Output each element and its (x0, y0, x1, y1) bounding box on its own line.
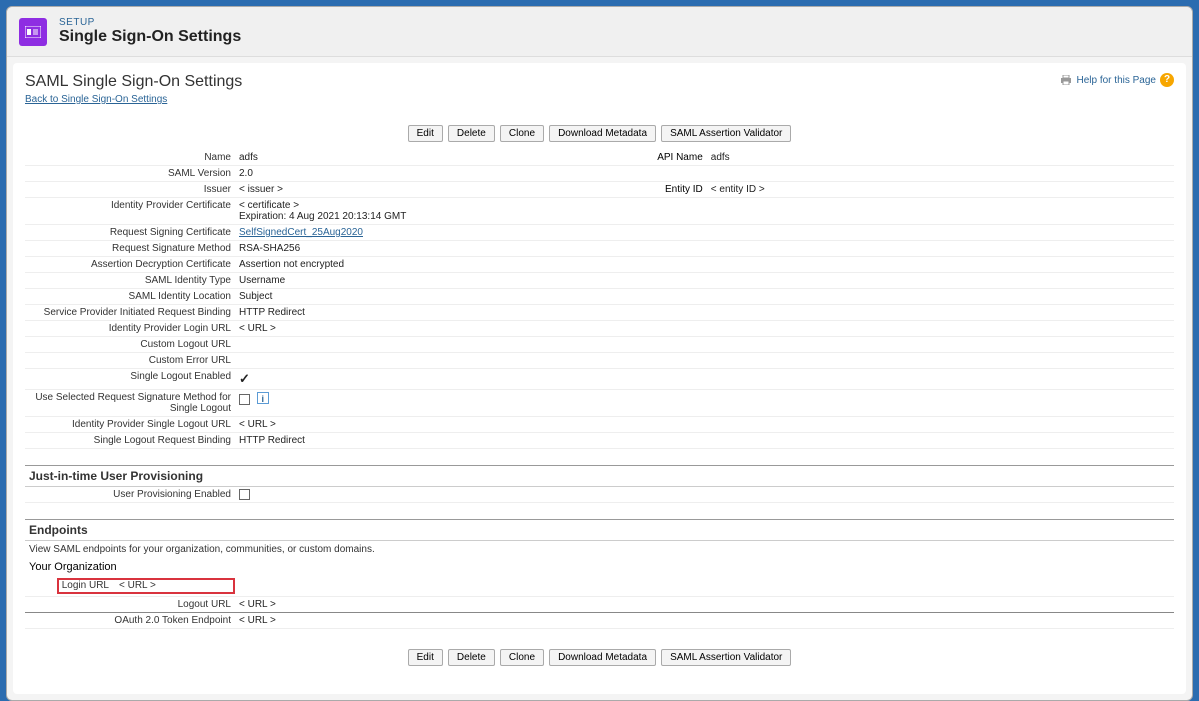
jit-checkbox-icon (239, 489, 250, 500)
saml-version-label: SAML Version (25, 166, 235, 182)
page-title: Single Sign-On Settings (59, 28, 241, 46)
slo-binding-label: Single Logout Request Binding (25, 433, 235, 449)
clone-button-bottom[interactable]: Clone (500, 649, 544, 666)
page-heading: SAML Single Sign-On Settings (25, 73, 1174, 91)
idp-login-url-value: < URL > (235, 321, 1174, 337)
saml-id-type-label: SAML Identity Type (25, 273, 235, 289)
idp-cert-label: Identity Provider Certificate (25, 198, 235, 225)
help-question-icon[interactable]: ? (1160, 73, 1174, 87)
login-url-value: < URL > (119, 580, 229, 591)
oauth-endpoint-value: < URL > (235, 613, 1174, 629)
entity-id-label: Entity ID (627, 182, 707, 198)
sp-binding-value: HTTP Redirect (235, 305, 1174, 321)
your-org-label: Your Organization (25, 558, 1174, 576)
help-link-text: Help for this Page (1077, 75, 1157, 86)
slo-binding-value: HTTP Redirect (235, 433, 1174, 449)
idp-slo-url-label: Identity Provider Single Logout URL (25, 417, 235, 433)
idp-cert-line2: Expiration: 4 Aug 2021 20:13:14 GMT (239, 211, 1170, 222)
assertion-decrypt-label: Assertion Decryption Certificate (25, 257, 235, 273)
checkbox-unchecked-icon (239, 394, 250, 405)
assertion-decrypt-value: Assertion not encrypted (235, 257, 1174, 273)
header-text: SETUP Single Sign-On Settings (59, 17, 241, 46)
idp-login-url-label: Identity Provider Login URL (25, 321, 235, 337)
login-url-label: Login URL (59, 580, 119, 591)
req-sig-method-value: RSA-SHA256 (235, 241, 1174, 257)
detail-table: Name adfs API Name adfs SAML Version 2.0… (25, 150, 1174, 449)
req-sig-method-label: Request Signature Method (25, 241, 235, 257)
issuer-value: < issuer > (235, 182, 627, 198)
clone-button[interactable]: Clone (500, 125, 544, 142)
saml-validator-button[interactable]: SAML Assertion Validator (661, 125, 791, 142)
slo-enabled-label: Single Logout Enabled (25, 369, 235, 390)
edit-button-bottom[interactable]: Edit (408, 649, 443, 666)
login-url-highlight: Login URL< URL > (57, 578, 235, 594)
idp-cert-value: < certificate > Expiration: 4 Aug 2021 2… (235, 198, 1174, 225)
logout-url-label: Logout URL (25, 597, 235, 613)
saml-id-loc-label: SAML Identity Location (25, 289, 235, 305)
custom-error-label: Custom Error URL (25, 353, 235, 369)
req-sign-cert-link[interactable]: SelfSignedCert_25Aug2020 (239, 227, 363, 238)
jit-enabled-label: User Provisioning Enabled (25, 487, 235, 503)
outer-frame: SETUP Single Sign-On Settings Help for t… (6, 6, 1193, 701)
content-panel: Help for this Page ? SAML Single Sign-On… (13, 63, 1186, 694)
delete-button[interactable]: Delete (448, 125, 495, 142)
custom-logout-label: Custom Logout URL (25, 337, 235, 353)
name-value: adfs (235, 150, 627, 166)
api-name-value: adfs (707, 150, 1174, 166)
download-metadata-button-bottom[interactable]: Download Metadata (549, 649, 656, 666)
saml-version-value: 2.0 (235, 166, 1174, 182)
issuer-label: Issuer (25, 182, 235, 198)
setup-breadcrumb: SETUP (59, 17, 241, 28)
idp-cert-line1: < certificate > (239, 200, 1170, 211)
name-label: Name (25, 150, 235, 166)
endpoints-table: Login URL< URL > Logout URL < URL > OAut… (25, 576, 1174, 629)
header-panel: SETUP Single Sign-On Settings (7, 7, 1192, 57)
bottom-button-row: Edit Delete Clone Download Metadata SAML… (25, 649, 1174, 666)
back-link[interactable]: Back to Single Sign-On Settings (25, 94, 167, 105)
saml-id-type-value: Username (235, 273, 1174, 289)
printer-icon (1059, 75, 1073, 85)
saml-validator-button-bottom[interactable]: SAML Assertion Validator (661, 649, 791, 666)
custom-logout-value (235, 337, 1174, 353)
edit-button[interactable]: Edit (408, 125, 443, 142)
help-link[interactable]: Help for this Page ? (1059, 73, 1175, 87)
endpoints-description: View SAML endpoints for your organizatio… (25, 541, 1174, 558)
custom-error-value (235, 353, 1174, 369)
sp-binding-label: Service Provider Initiated Request Bindi… (25, 305, 235, 321)
info-icon[interactable]: i (257, 392, 269, 404)
delete-button-bottom[interactable]: Delete (448, 649, 495, 666)
logout-url-value: < URL > (235, 597, 1174, 613)
use-selected-sig-label: Use Selected Request Signature Method fo… (25, 390, 235, 417)
sso-settings-icon (19, 18, 47, 46)
entity-id-value: < entity ID > (707, 182, 1174, 198)
api-name-label: API Name (627, 150, 707, 166)
oauth-endpoint-label: OAuth 2.0 Token Endpoint (25, 613, 235, 629)
idp-slo-url-value: < URL > (235, 417, 1174, 433)
jit-table: User Provisioning Enabled (25, 487, 1174, 503)
checkmark-icon: ✓ (239, 371, 250, 386)
req-sign-cert-label: Request Signing Certificate (25, 225, 235, 241)
endpoints-section-header: Endpoints (25, 519, 1174, 541)
jit-section-header: Just-in-time User Provisioning (25, 465, 1174, 487)
saml-id-loc-value: Subject (235, 289, 1174, 305)
top-button-row: Edit Delete Clone Download Metadata SAML… (25, 125, 1174, 142)
download-metadata-button[interactable]: Download Metadata (549, 125, 656, 142)
